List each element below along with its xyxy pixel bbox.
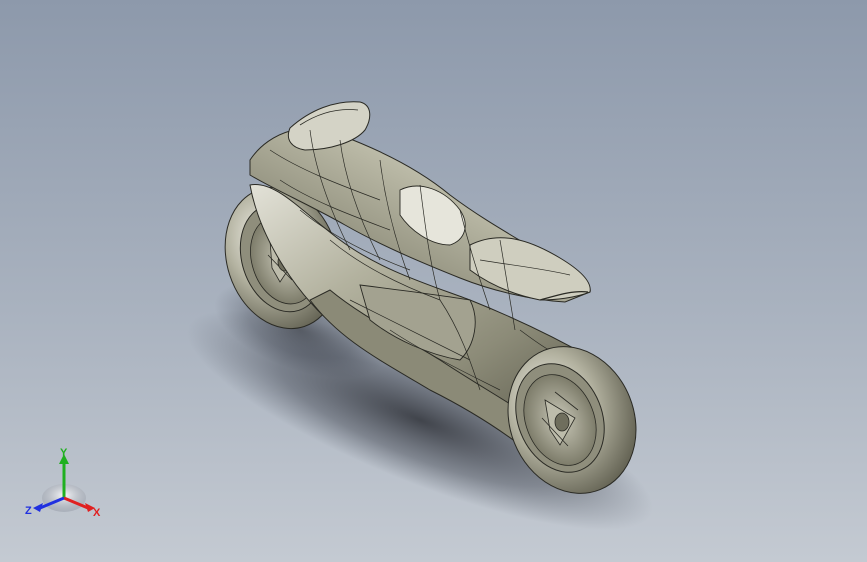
x-axis-label: X <box>93 507 101 519</box>
y-axis-label: Y <box>60 447 68 459</box>
motorcycle-model[interactable] <box>0 0 867 562</box>
graphics-viewport[interactable]: Y X Z <box>0 0 867 562</box>
orientation-triad[interactable]: Y X Z <box>22 446 106 522</box>
z-axis-arrow <box>33 503 43 512</box>
z-axis-label: Z <box>25 505 32 517</box>
